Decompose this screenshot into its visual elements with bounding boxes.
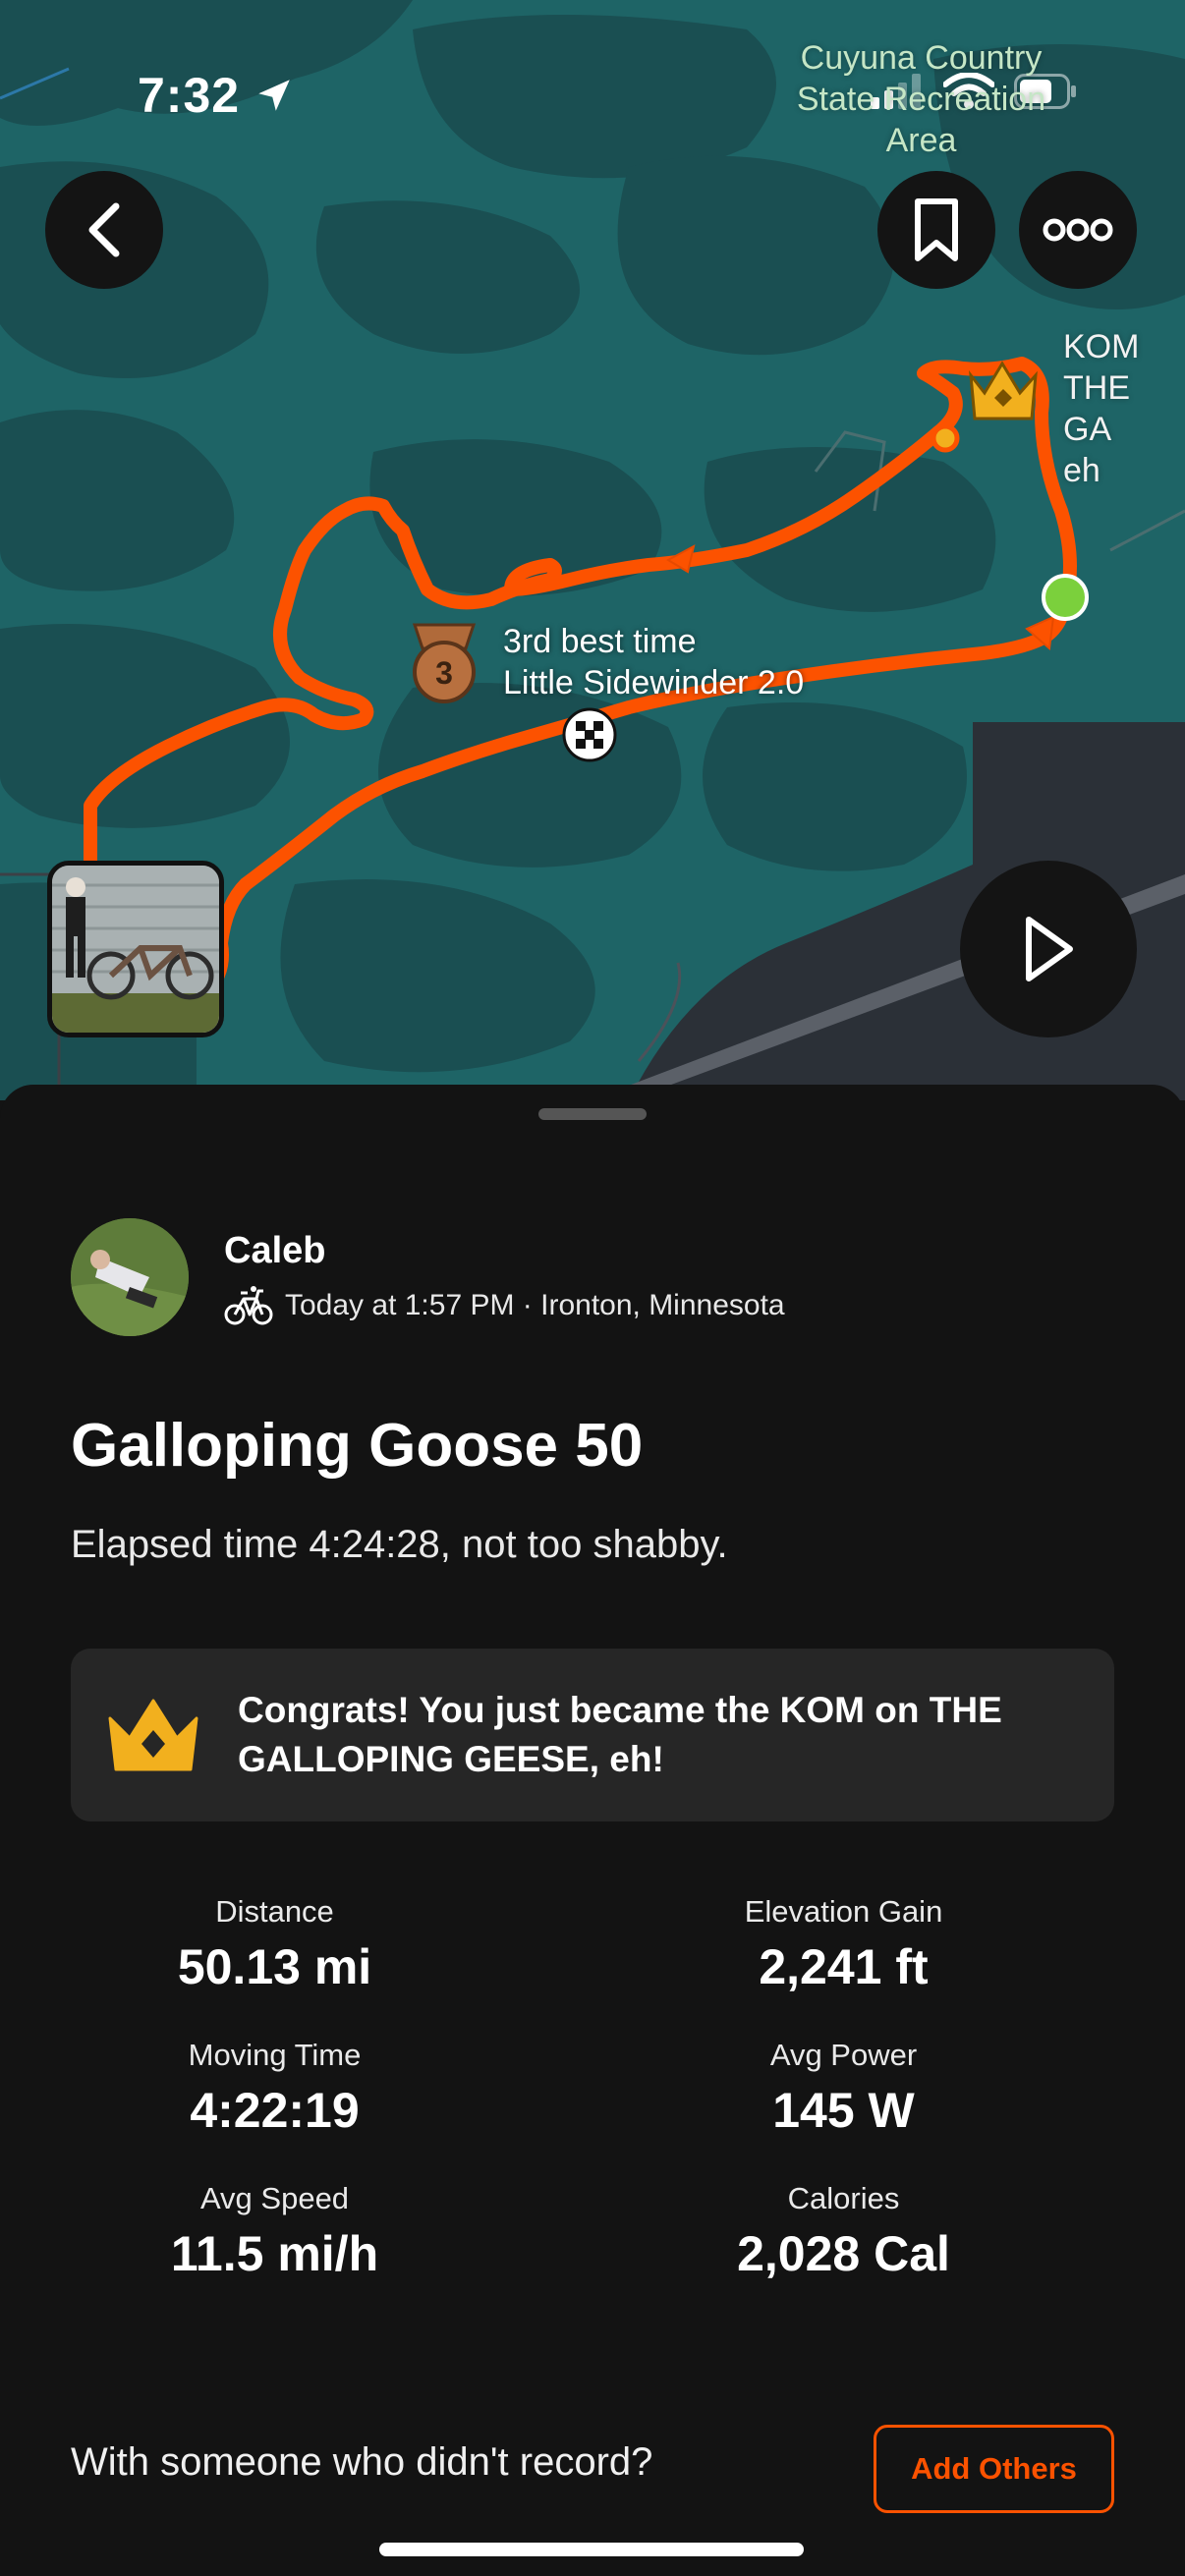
- play-flyover-button[interactable]: [960, 861, 1137, 1037]
- stat-avg-speed: Avg Speed 11.5 mi/h: [14, 2179, 536, 2285]
- stat-calories: Calories 2,028 Cal: [583, 2179, 1104, 2285]
- map-area-label: Cuyuna Country State Recreation Area: [796, 39, 1046, 159]
- stat-value: 50.13 mi: [177, 1939, 372, 1994]
- stat-label: Calories: [787, 2181, 900, 2215]
- segment-rank-text: 3rd best time: [503, 623, 697, 660]
- athlete-header[interactable]: Caleb Today at 1:57 PM · Ironton, Minnes…: [71, 1218, 785, 1336]
- stat-avg-power: Avg Power 145 W: [583, 2036, 1104, 2142]
- stat-label: Avg Power: [769, 2038, 918, 2072]
- activity-meta: Today at 1:57 PM · Ironton, Minnesota: [224, 1285, 785, 1326]
- avatar-image: [71, 1218, 189, 1336]
- segment-name-text: Little Sidewinder 2.0: [503, 664, 805, 701]
- play-icon: [1026, 917, 1073, 981]
- activity-map[interactable]: 3 7:32 Cuyuna Country State Recreation A…: [0, 0, 1185, 1100]
- stat-label: Avg Speed: [199, 2181, 350, 2215]
- stat-moving-time: Moving Time 4:22:19: [14, 2036, 536, 2142]
- activity-meta-text: Today at 1:57 PM · Ironton, Minnesota: [285, 1289, 785, 1321]
- finish-flag-marker: [562, 707, 617, 762]
- stat-value: 11.5 mi/h: [170, 2226, 379, 2281]
- location-arrow-icon: [258, 80, 290, 111]
- status-time: 7:32: [138, 67, 295, 124]
- crown-icon: [108, 1699, 198, 1771]
- stat-label: Elevation Gain: [744, 1894, 943, 1929]
- bronze-medal-icon: 3: [412, 623, 477, 703]
- chevron-left-icon: [88, 202, 120, 257]
- sheet-grabber[interactable]: [538, 1108, 647, 1120]
- start-marker: [1042, 574, 1089, 621]
- activity-description: Elapsed time 4:24:28, not too shabby.: [71, 1523, 728, 1566]
- more-options-button[interactable]: [1019, 171, 1137, 289]
- clock-text: 7:32: [138, 68, 241, 123]
- activity-detail-sheet[interactable]: Caleb Today at 1:57 PM · Ironton, Minnes…: [0, 1085, 1185, 2576]
- bike-icon: [224, 1286, 273, 1325]
- segment-achievement-label[interactable]: 3rd best time Little Sidewinder 2.0: [503, 621, 804, 703]
- stat-value: 4:22:19: [190, 2083, 360, 2138]
- avatar[interactable]: [71, 1218, 189, 1336]
- stat-value: 2,241 ft: [759, 1939, 929, 1994]
- home-indicator[interactable]: [379, 2543, 804, 2556]
- bookmark-icon: [915, 198, 958, 261]
- svg-text:3: 3: [435, 655, 453, 691]
- athlete-name[interactable]: Caleb: [224, 1228, 785, 1273]
- more-dots-icon: [1043, 218, 1113, 242]
- kom-label-line: THE GA: [1063, 369, 1130, 448]
- stat-value: 2,028 Cal: [737, 2226, 950, 2281]
- stat-label: Moving Time: [188, 2038, 362, 2072]
- activity-photo-thumbnail[interactable]: [47, 861, 224, 1037]
- achievement-card[interactable]: Congrats! You just became the KOM on THE…: [71, 1649, 1114, 1821]
- achievement-text: Congrats! You just became the KOM on THE…: [238, 1690, 1002, 1779]
- add-others-button[interactable]: Add Others: [874, 2425, 1114, 2513]
- stats-grid: Distance 50.13 mi Elevation Gain 2,241 f…: [71, 1892, 1114, 2285]
- activity-photo: [52, 866, 219, 1033]
- save-route-button[interactable]: [877, 171, 995, 289]
- kom-label-line: eh: [1063, 452, 1100, 489]
- map-kom-label: KOM THE GA eh: [1063, 326, 1185, 491]
- stat-distance: Distance 50.13 mi: [14, 1892, 536, 1998]
- back-button[interactable]: [45, 171, 163, 289]
- activity-title: Galloping Goose 50: [71, 1412, 644, 1480]
- add-others-prompt: With someone who didn't record?: [71, 2440, 653, 2484]
- kom-label-line: KOM: [1063, 328, 1140, 365]
- stat-value: 145 W: [772, 2083, 915, 2138]
- stat-elevation-gain: Elevation Gain 2,241 ft: [583, 1892, 1104, 1998]
- stat-label: Distance: [215, 1894, 334, 1929]
